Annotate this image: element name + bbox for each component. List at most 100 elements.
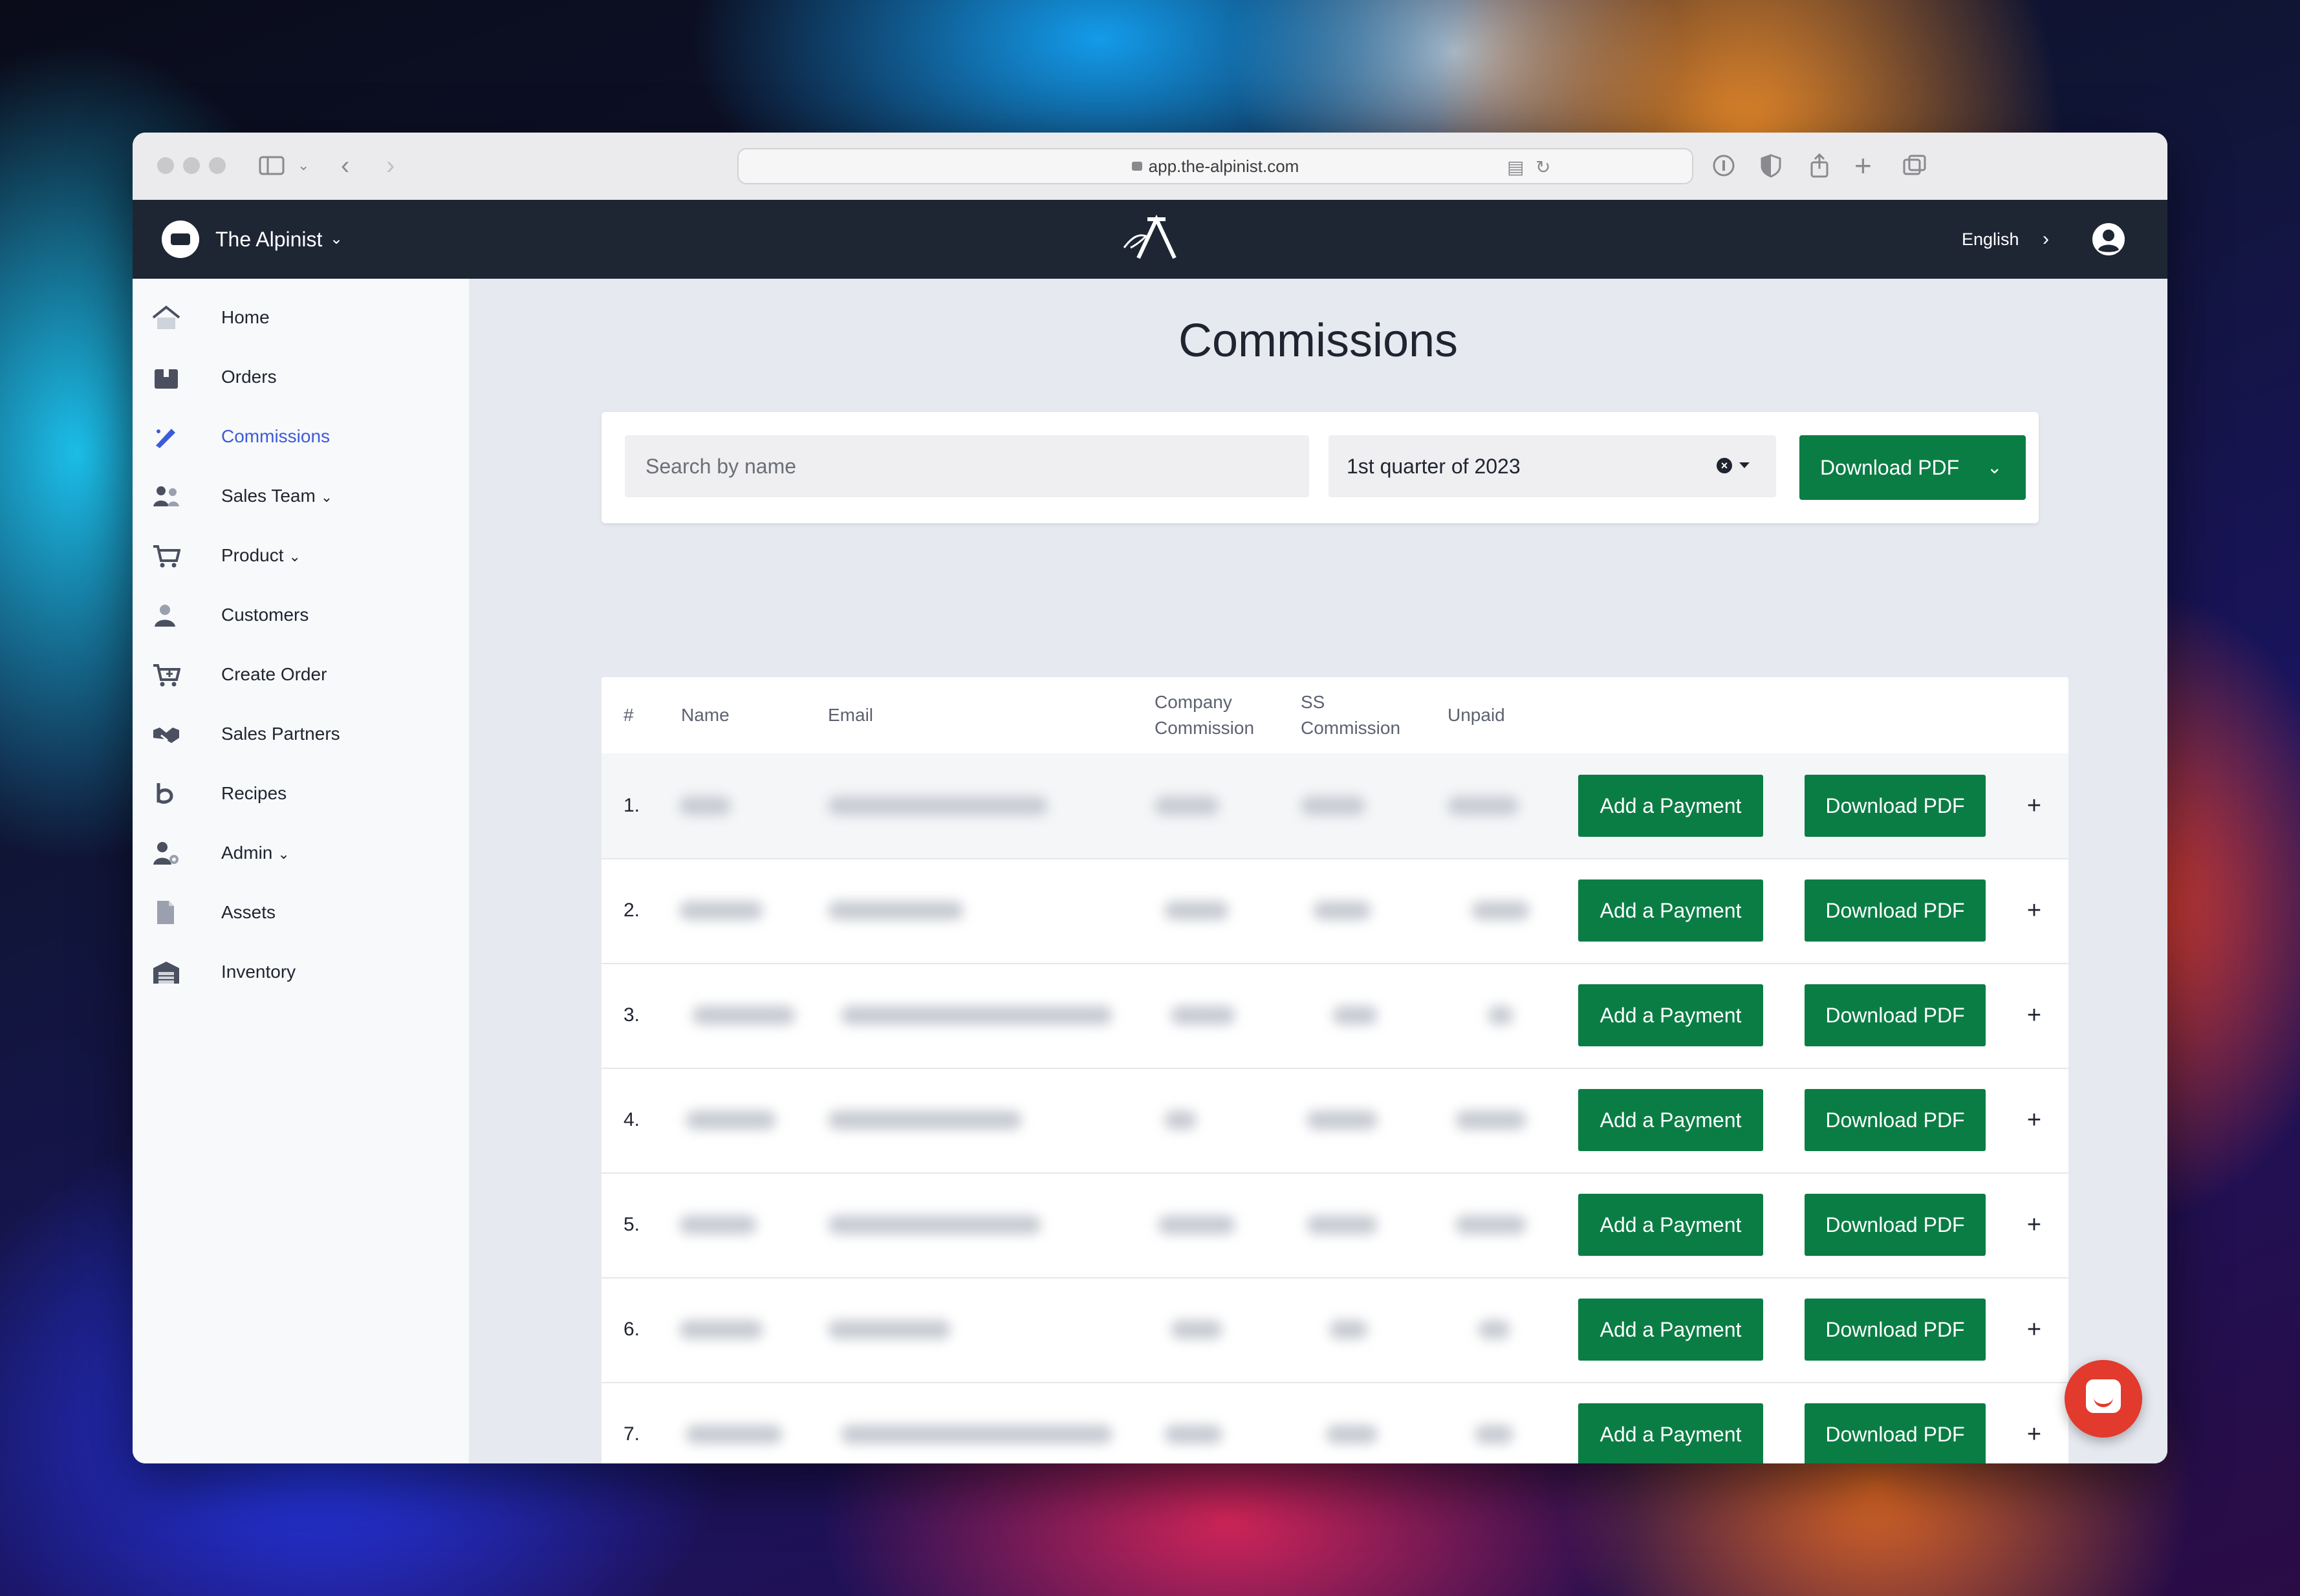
browser-toolbar: ⌄ ‹ › app.the-alpinist.com ▤ ↻ + <box>133 133 2167 201</box>
chat-launcher-button[interactable] <box>2065 1360 2142 1438</box>
lock-icon <box>1131 162 1142 171</box>
expand-row-icon[interactable]: + <box>2024 1172 2044 1277</box>
column-header-ss-commission[interactable]: SS Commission <box>1301 677 1400 753</box>
blurred-name <box>686 1110 776 1130</box>
search-input[interactable] <box>625 435 1309 497</box>
close-window-button[interactable] <box>157 157 174 174</box>
expand-row-icon[interactable]: + <box>2024 1068 2044 1172</box>
download-pdf-button[interactable]: Download PDF <box>1805 775 1986 837</box>
blurred-email <box>828 901 964 920</box>
sidebar-item-product[interactable]: Product ⌄ <box>152 536 456 575</box>
new-tab-icon[interactable]: + <box>1854 149 1872 182</box>
blurred-name <box>679 1320 763 1339</box>
sidebar-item-admin[interactable]: Admin ⌄ <box>152 834 456 872</box>
add-payment-button[interactable]: Add a Payment <box>1578 1403 1763 1463</box>
expand-row-icon[interactable]: + <box>2024 963 2044 1068</box>
expand-row-icon[interactable]: + <box>2024 1382 2044 1463</box>
add-payment-button[interactable]: Add a Payment <box>1578 775 1763 837</box>
column-header-name[interactable]: Name <box>681 677 730 753</box>
orders-box-icon <box>155 369 178 389</box>
download-pdf-button[interactable]: Download PDF <box>1805 879 1986 942</box>
download-pdf-button[interactable]: Download PDF <box>1805 1194 1986 1256</box>
brand-logo-icon[interactable] <box>162 221 199 258</box>
customer-icon <box>155 605 175 627</box>
blurred-ss-commission <box>1326 1425 1378 1444</box>
blurred-company-commission <box>1158 1215 1235 1235</box>
sidebar-item-home[interactable]: Home <box>152 298 456 337</box>
add-payment-button[interactable]: Add a Payment <box>1578 1299 1763 1361</box>
reload-icon[interactable]: ↻ <box>1535 152 1550 183</box>
column-header-email[interactable]: Email <box>828 677 873 753</box>
blurred-company-commission <box>1155 796 1219 815</box>
download-pdf-button[interactable]: Download PDF <box>1805 1403 1986 1463</box>
add-payment-button[interactable]: Add a Payment <box>1578 1089 1763 1151</box>
table-row: 1. Add a Payment Download PDF + <box>602 753 2068 859</box>
cart-plus-icon <box>153 664 180 687</box>
sidebar-item-orders[interactable]: Orders <box>152 358 456 396</box>
share-icon[interactable] <box>1808 149 1831 182</box>
blurred-email <box>841 1006 1112 1025</box>
period-select[interactable]: 1st quarter of 2023 × <box>1329 435 1776 497</box>
zoom-window-button[interactable] <box>209 157 226 174</box>
blurred-name <box>686 1425 783 1444</box>
blurred-name <box>679 901 763 920</box>
sales-team-icon <box>153 486 179 506</box>
back-icon[interactable]: ‹ <box>341 149 349 182</box>
password-manager-icon[interactable] <box>1711 149 1737 182</box>
download-pdf-dropdown-button[interactable]: Download PDF ⌄ <box>1799 435 2026 500</box>
blurred-unpaid <box>1448 796 1519 815</box>
add-payment-button[interactable]: Add a Payment <box>1578 1194 1763 1256</box>
commissions-pen-icon <box>156 429 175 448</box>
sidebar-toggle-icon[interactable] <box>259 149 285 182</box>
clear-selection-icon[interactable]: × <box>1717 458 1732 473</box>
blurred-unpaid <box>1471 901 1530 920</box>
blurred-ss-commission <box>1313 901 1371 920</box>
blurred-ss-commission <box>1329 1320 1368 1339</box>
add-payment-button[interactable]: Add a Payment <box>1578 879 1763 942</box>
minimize-window-button[interactable] <box>183 157 200 174</box>
download-pdf-button[interactable]: Download PDF <box>1805 984 1986 1046</box>
brand-switcher[interactable]: The Alpinist <box>215 200 322 279</box>
sidebar-item-inventory[interactable]: Inventory <box>152 953 456 991</box>
chat-icon <box>2086 1379 2121 1413</box>
sidebar-item-create-order[interactable]: Create Order <box>152 655 456 694</box>
column-header-unpaid[interactable]: Unpaid <box>1448 677 1505 753</box>
table-header: # Name Email Company Commission SS Commi… <box>602 677 2068 755</box>
expand-row-icon[interactable]: + <box>2024 858 2044 963</box>
sidebar-item-customers[interactable]: Customers <box>152 596 456 634</box>
shield-icon[interactable] <box>1759 149 1783 182</box>
tab-overview-icon[interactable] <box>1902 149 1927 182</box>
chevron-right-icon[interactable]: › <box>2043 200 2049 279</box>
row-index: 3. <box>624 1004 640 1026</box>
language-selector[interactable]: English <box>1962 200 2019 279</box>
row-index: 2. <box>624 900 640 921</box>
table-row: 3. Add a Payment Download PDF + <box>602 963 2068 1069</box>
column-header-company-commission[interactable]: Company Commission <box>1155 677 1254 753</box>
caret-down-icon[interactable] <box>1739 462 1750 468</box>
blurred-ss-commission <box>1307 1110 1378 1130</box>
table-row: 4. Add a Payment Download PDF + <box>602 1068 2068 1174</box>
forward-icon[interactable]: › <box>386 149 395 182</box>
download-pdf-button[interactable]: Download PDF <box>1805 1299 1986 1361</box>
expand-row-icon[interactable]: + <box>2024 753 2044 858</box>
chevron-down-icon: ⌄ <box>288 548 301 565</box>
sidebar-item-commissions[interactable]: Commissions <box>152 417 456 456</box>
blurred-name <box>692 1006 796 1025</box>
sidebar-item-sales-partners[interactable]: Sales Partners <box>152 715 456 753</box>
blurred-email <box>841 1425 1112 1444</box>
translate-icon[interactable]: ▤ <box>1507 152 1524 183</box>
address-bar[interactable]: app.the-alpinist.com ▤ ↻ <box>737 148 1693 184</box>
expand-row-icon[interactable]: + <box>2024 1277 2044 1382</box>
sidebar-item-recipes[interactable]: Recipes <box>152 774 456 813</box>
sidebar-item-sales-team[interactable]: Sales Team ⌄ <box>152 477 456 515</box>
download-pdf-button[interactable]: Download PDF <box>1805 1089 1986 1151</box>
blurred-company-commission <box>1164 1110 1197 1130</box>
add-payment-button[interactable]: Add a Payment <box>1578 984 1763 1046</box>
chevron-down-icon[interactable]: ⌄ <box>298 149 309 182</box>
user-account-icon[interactable] <box>2091 222 2126 257</box>
admin-user-gear-icon <box>153 842 179 865</box>
blurred-unpaid <box>1455 1215 1526 1235</box>
alpinist-logo-icon[interactable] <box>1119 214 1184 263</box>
chevron-down-icon[interactable]: ⌄ <box>330 200 343 279</box>
sidebar-item-assets[interactable]: Assets <box>152 893 456 932</box>
